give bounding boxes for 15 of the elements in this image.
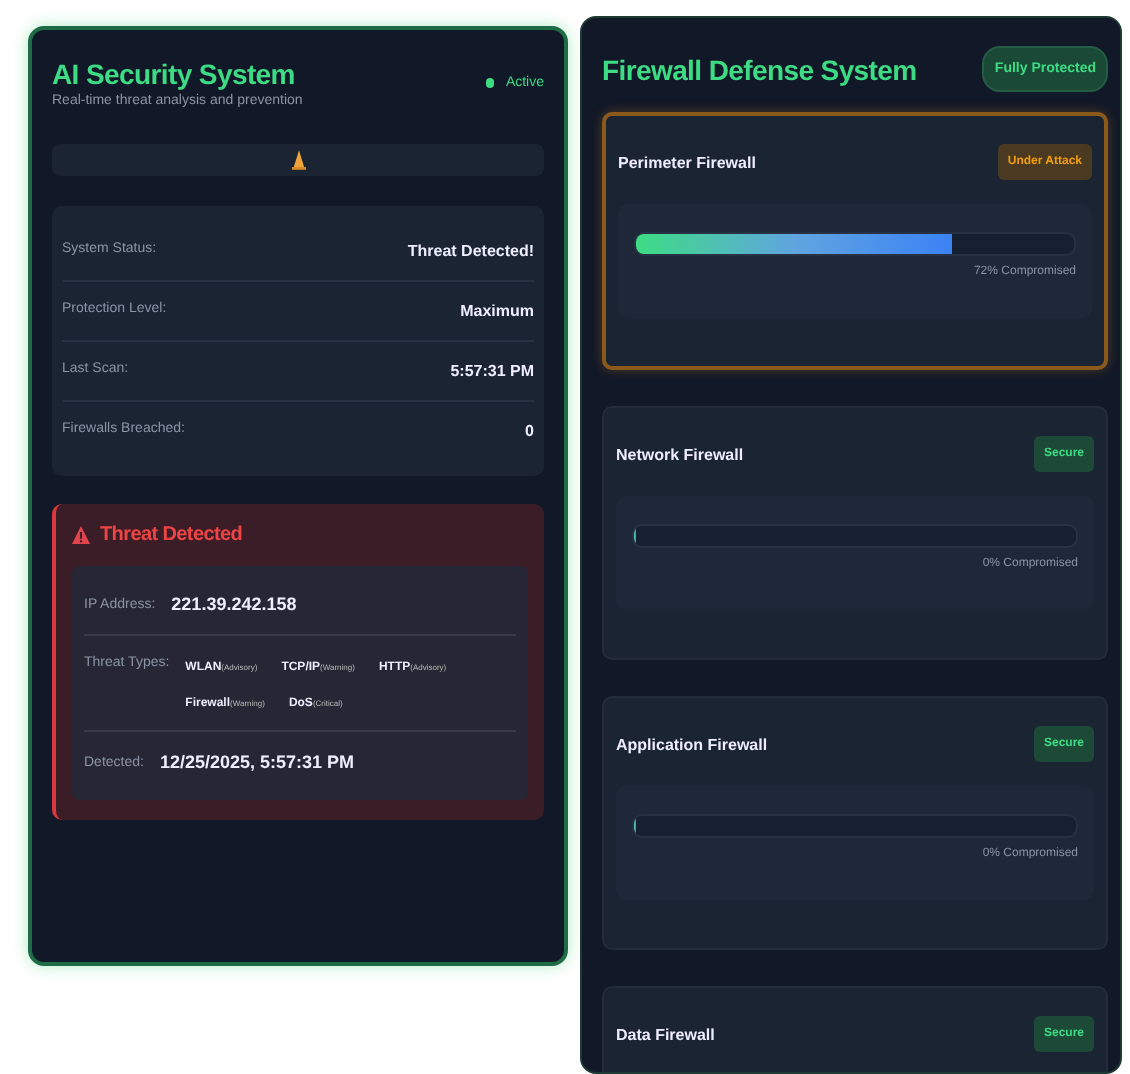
stat-value: Maximum [460,302,534,320]
firewall-name: Application Firewall [616,735,768,753]
panel-title: AI Security System [52,58,297,90]
stat-value: Threat Detected! [407,242,534,260]
ip-address: 221.39.242.158 [171,594,297,614]
firewall-name: Perimeter Firewall [618,153,756,171]
firewall-name: Data Firewall [616,1025,715,1043]
warning-icon [72,526,90,544]
stat-value: 5:57:31 PM [450,362,534,380]
stat-value: 0 [525,422,534,440]
detected-time: 12/25/2025, 5:57:31 PM [159,752,355,772]
warning-cone-icon [291,150,305,170]
firewall-name: Network Firewall [616,445,744,463]
panel-title: Firewall Defense System [602,53,917,85]
threat-title: Threat Detected [100,524,243,546]
